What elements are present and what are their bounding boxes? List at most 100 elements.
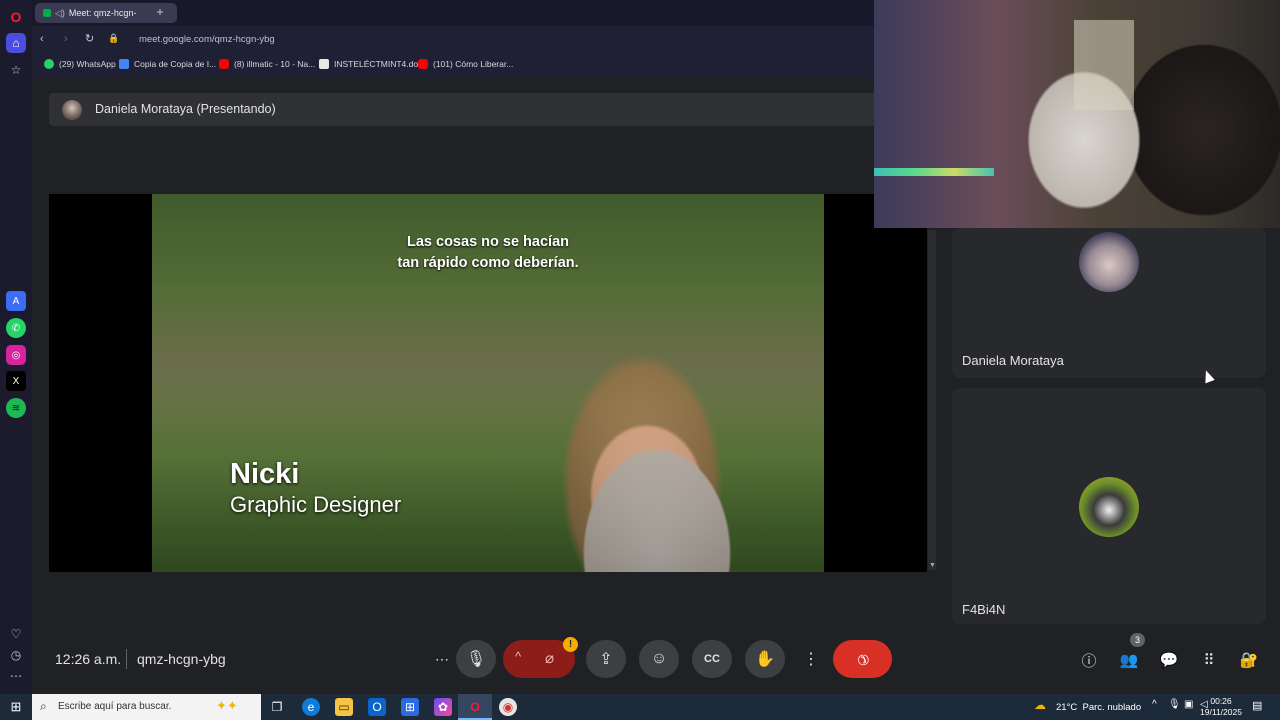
- emoji-icon: ☺: [650, 650, 668, 667]
- scroll-down-icon[interactable]: ▼: [929, 562, 936, 569]
- chat-icon: 💬: [1159, 652, 1179, 669]
- raise-hand-icon: ✋: [755, 651, 775, 668]
- participant-count-badge: 3: [1130, 633, 1145, 647]
- opera-sidebar: O ⌂ ☆ A ✆ ◎ X ≋ ♡ ◷ ⋯: [0, 0, 33, 694]
- meeting-time: 12:26 a.m.: [55, 651, 122, 667]
- bookmark-copia[interactable]: Copia de Copia de I...: [119, 59, 216, 69]
- bookmarks-bar: (29) WhatsApp Copia de Copia de I... (8)…: [32, 54, 874, 79]
- microsoft-store-icon[interactable]: ⊞: [401, 698, 419, 716]
- presenter-label: Daniela Morataya (Presentando): [95, 102, 276, 116]
- wall-poster: [1074, 20, 1134, 110]
- windows-start-icon[interactable]: ⊞: [7, 698, 25, 716]
- presenter-bar: Daniela Morataya (Presentando): [49, 93, 879, 126]
- host-controls-lock-icon: 🔐: [1239, 652, 1259, 669]
- activities-button[interactable]: ⠿: [1198, 649, 1220, 671]
- participant-avatar: [1079, 232, 1139, 292]
- x-twitter-icon[interactable]: X: [6, 371, 26, 391]
- opera-gx-icon[interactable]: ◉: [499, 698, 517, 716]
- search-placeholder: Escribe aquí para buscar.: [58, 701, 172, 712]
- document-icon: [319, 59, 329, 69]
- present-screen-button[interactable]: ⇪: [586, 640, 626, 678]
- youtube-icon: [418, 59, 428, 69]
- address-bar: ‹ › ↻ 🔒 meet.google.com/qmz-hcgn-ybg: [32, 26, 874, 54]
- raise-hand-button[interactable]: ✋: [745, 640, 785, 678]
- divider: [126, 649, 127, 669]
- opera-logo-icon[interactable]: O: [6, 7, 26, 27]
- lower-third-role: Graphic Designer: [230, 492, 402, 517]
- youtube-icon: [219, 59, 229, 69]
- tray-chevron-icon[interactable]: ^: [1152, 699, 1157, 710]
- whatsapp-icon: [44, 59, 54, 69]
- captions-icon: CC: [704, 653, 720, 665]
- reactions-button[interactable]: ☺: [639, 640, 679, 678]
- lower-third-name: Nicki: [230, 458, 300, 490]
- camera-warning-badge: !: [563, 637, 578, 652]
- bookmark-instelectmint[interactable]: INSTELÉCTMINT4.doc: [319, 59, 422, 69]
- people-button[interactable]: 👥: [1118, 649, 1140, 671]
- presentation-video: Las cosas no se hacían tan rápido como d…: [152, 194, 824, 572]
- meet-favicon-icon: [43, 9, 51, 17]
- favorites-heart-icon[interactable]: ♡: [6, 624, 26, 644]
- tray-microphone-icon[interactable]: 🎙: [1168, 699, 1181, 710]
- forward-icon[interactable]: ›: [64, 33, 68, 45]
- task-view-icon[interactable]: ❐: [268, 698, 286, 716]
- new-tab-plus-icon[interactable]: +: [152, 5, 168, 21]
- camera-off-icon: ⌀: [545, 650, 555, 667]
- led-strip: [874, 168, 994, 176]
- taskbar-clock[interactable]: 00:26 19/11/2025: [1196, 696, 1246, 718]
- reload-icon[interactable]: ↻: [85, 32, 94, 45]
- url-field[interactable]: meet.google.com/qmz-hcgn-ybg: [139, 34, 275, 45]
- present-screen-icon: ⇪: [599, 651, 613, 668]
- participant-name: F4Bi4N: [962, 602, 1006, 617]
- back-icon[interactable]: ‹: [40, 33, 44, 45]
- spotify-icon[interactable]: ≋: [6, 398, 26, 418]
- tray-device-icon[interactable]: ▣: [1184, 699, 1193, 710]
- participant-name: Daniela Morataya: [962, 353, 1064, 368]
- sparkle-icon: ✦✦: [216, 698, 238, 713]
- speed-dial-icon[interactable]: ☆: [6, 60, 26, 80]
- notifications-icon[interactable]: ▤: [1252, 699, 1262, 712]
- apps-grid-icon: ⠿: [1203, 652, 1215, 669]
- people-icon: 👥: [1119, 652, 1139, 669]
- instagram-icon[interactable]: ◎: [6, 345, 26, 365]
- meeting-details-button[interactable]: ⓘ: [1078, 649, 1100, 671]
- presenter-avatar: [62, 100, 82, 120]
- opera-icon: O: [470, 700, 480, 714]
- self-view-camera: [874, 0, 1280, 228]
- bookmark-illmatic[interactable]: (8) illmatic - 10 - Na...: [219, 59, 315, 69]
- participant-avatar: [1079, 477, 1139, 537]
- tab-bar: ◁) Meet: qmz-hcgn- +: [32, 0, 874, 26]
- participant-tile[interactable]: F4Bi4N: [952, 388, 1266, 624]
- more-options-icon[interactable]: ⋮: [801, 649, 821, 669]
- presentation-scrollbar[interactable]: ▼: [928, 230, 936, 570]
- tab-title: Meet: qmz-hcgn-: [68, 8, 137, 18]
- info-icon: ⓘ: [1081, 652, 1097, 670]
- outlook-icon[interactable]: O: [368, 698, 386, 716]
- edge-icon[interactable]: e: [302, 698, 320, 716]
- microphone-button[interactable]: 🎙: [456, 640, 496, 678]
- docs-icon: [119, 59, 129, 69]
- home-icon[interactable]: ⌂: [6, 33, 26, 53]
- taskbar-search-box[interactable]: ⌕ Escribe aquí para buscar. ✦✦: [32, 694, 261, 720]
- camera-options-chevron-icon[interactable]: ^: [515, 649, 521, 664]
- file-explorer-icon[interactable]: ▭: [335, 698, 353, 716]
- bookmark-como-liberar[interactable]: (101) Cómo Liberar...: [418, 59, 513, 69]
- weather-icon: ☁: [1034, 698, 1046, 712]
- aria-icon[interactable]: A: [6, 291, 26, 311]
- participant-tile[interactable]: Daniela Morataya: [952, 228, 1266, 378]
- video-subtitle: Las cosas no se hacían tan rápido como d…: [397, 234, 579, 271]
- chat-button[interactable]: 💬: [1158, 649, 1180, 671]
- more-actions-icon[interactable]: ⋯: [424, 649, 460, 669]
- bookmark-whatsapp[interactable]: (29) WhatsApp: [44, 59, 116, 69]
- whatsapp-icon[interactable]: ✆: [6, 318, 26, 338]
- weather-text[interactable]: 21°C Parc. nublado: [1056, 702, 1141, 713]
- opera-taskbar-active[interactable]: O: [458, 694, 492, 720]
- captions-button[interactable]: CC: [692, 640, 732, 678]
- host-controls-button[interactable]: 🔐: [1238, 649, 1260, 671]
- copilot-icon[interactable]: ✿: [434, 698, 452, 716]
- speaker-icon: ◁): [55, 7, 65, 18]
- leave-call-button[interactable]: ✆: [833, 640, 892, 678]
- search-icon: ⌕: [40, 699, 47, 713]
- more-options-icon[interactable]: ⋯: [6, 666, 26, 686]
- history-icon[interactable]: ◷: [6, 645, 26, 665]
